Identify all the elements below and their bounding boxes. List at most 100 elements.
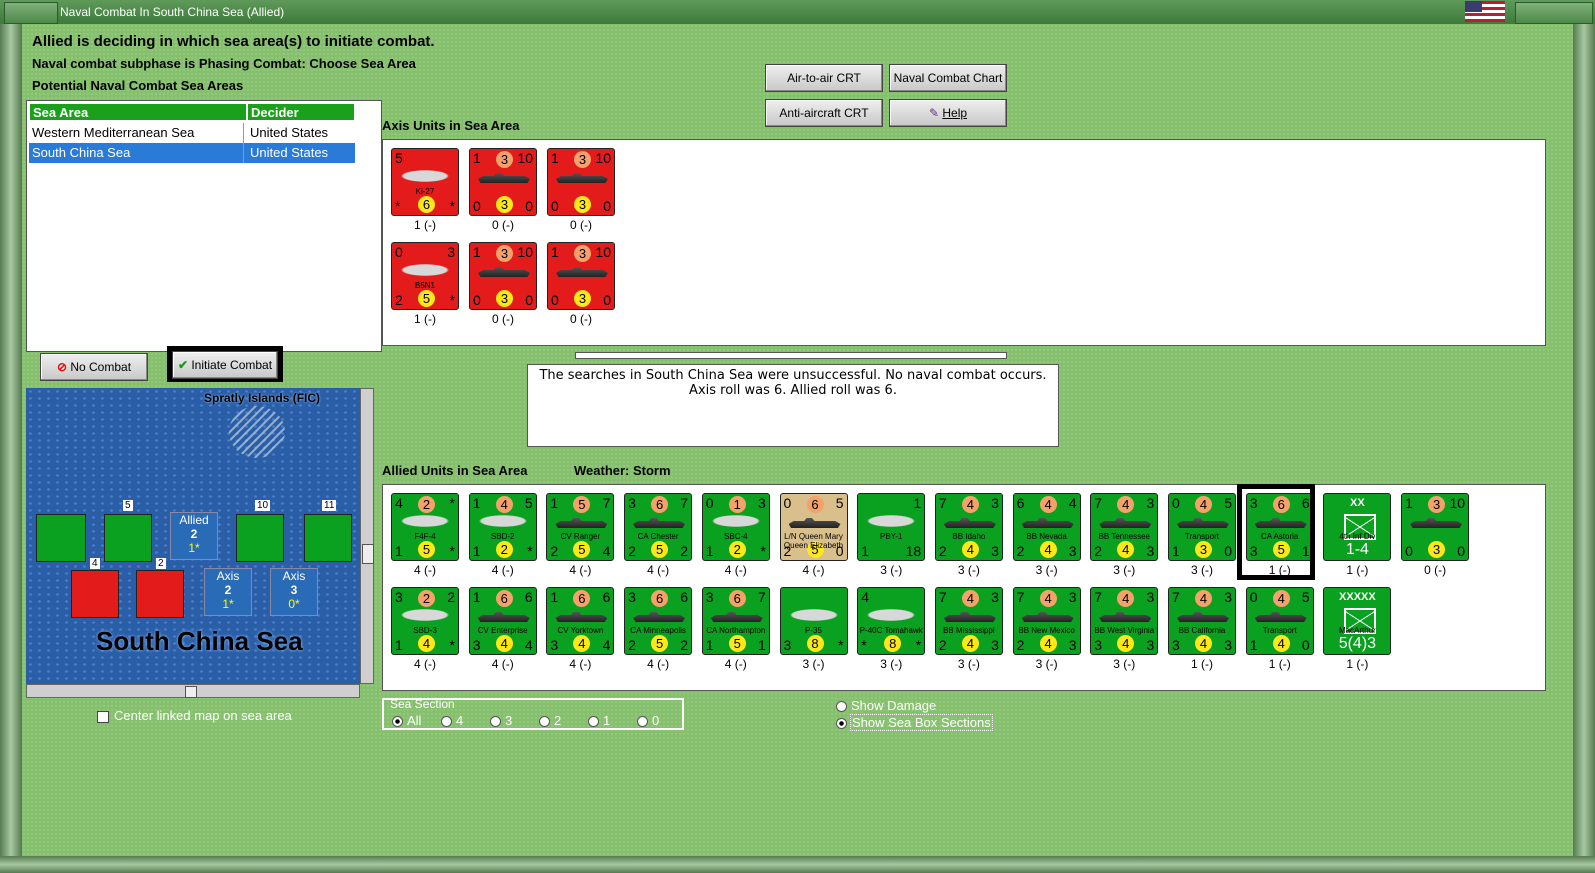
allied-unit-counter[interactable]: 3 6 3 1 6 5 CA Astoria: [1245, 493, 1314, 561]
allied-unit-counter[interactable]: 0 3 1 * 1 2 SBC-4: [701, 493, 770, 561]
air-to-air-crt-button[interactable]: Air-to-air CRT: [765, 64, 883, 92]
initiate-combat-button[interactable]: ✔ Initiate Combat: [172, 351, 278, 379]
left-frame: [0, 24, 22, 873]
strength-circle: 5: [418, 290, 435, 307]
help-button[interactable]: ✎ Help: [889, 99, 1007, 127]
allied-unit-counter[interactable]: 7 3 2 3 4 4 BB Tennessee: [1090, 493, 1159, 561]
allied-unit-counter[interactable]: 7 3 2 3 4 4 BB Mississippi: [934, 587, 1003, 655]
ship-silhouette-icon: [555, 612, 608, 622]
range-circle: 6: [495, 590, 513, 607]
sea-section-radio-4[interactable]: [588, 716, 599, 727]
message-line-1: The searches in South China Sea were uns…: [539, 368, 1047, 383]
no-combat-label: No Combat: [70, 360, 132, 374]
strength-circle: 5: [1272, 541, 1290, 558]
axis-units-title: Axis Units in Sea Area: [382, 118, 520, 133]
axis-unit-counter[interactable]: 1 10 0 0 3 3: [469, 148, 537, 216]
map-counter-plane[interactable]: [304, 514, 352, 562]
map-counter-axis-plane[interactable]: [136, 570, 184, 618]
axis-box-label: Axis: [282, 569, 306, 583]
allied-unit-counter[interactable]: 3 7 2 2 6 5 CA Chester: [624, 493, 693, 561]
axis-sea-box-1[interactable]: Axis 2 1*: [204, 568, 252, 616]
allied-unit-counter[interactable]: 1 1 18 PBY-1: [857, 493, 926, 561]
movement-factor: 7: [602, 495, 611, 511]
message-box[interactable]: The searches in South China Sea were uns…: [527, 364, 1059, 447]
map-counter-ship[interactable]: [36, 514, 86, 562]
header-decider[interactable]: Decider: [247, 103, 355, 121]
map-counter-axis-ship[interactable]: [71, 570, 119, 618]
unit-status-label: 1 (-): [414, 218, 436, 232]
allied-unit-counter[interactable]: 3 2 1 * 2 4 SBD-3: [391, 587, 459, 655]
cell-decider: United States: [250, 145, 329, 160]
allied-unit-counter[interactable]: 6 4 2 3 4 4 BB Nevada: [1012, 493, 1081, 561]
aircraft-silhouette-icon: [400, 165, 450, 187]
attack-factor: 1: [551, 244, 559, 260]
allied-unit-counter[interactable]: 3 6 2 2 6 5 CA Minneapolis: [624, 587, 693, 655]
allied-unit-counter[interactable]: 1 6 3 4 6 4 CV Yorktown: [546, 587, 615, 655]
header-sea-area[interactable]: Sea Area: [29, 103, 247, 121]
table-row-selected[interactable]: South China Sea United States: [29, 143, 355, 163]
range-circle: 4: [495, 496, 513, 513]
show-sea-box-radio[interactable]: [836, 718, 847, 729]
sea-section-radio-3[interactable]: [539, 716, 550, 727]
allied-unit-counter[interactable]: 7 3 3 3 4 4 BB California: [1168, 587, 1236, 655]
allied-unit-counter[interactable]: 1 7 2 4 5 5 CV Ranger: [546, 493, 615, 561]
allied-unit-counter[interactable]: 0 5 1 0 4 4 Transport: [1245, 587, 1314, 655]
allied-unit-counter[interactable]: 3 * 8 P-35: [779, 587, 848, 655]
sea-area-map[interactable]: Spratly Islands (FIC) Allied 2 1* Axis 2 1* …: [26, 388, 360, 684]
axis-unit-counter[interactable]: 1 10 0 0 3 3: [547, 242, 615, 310]
sea-section-radio-2[interactable]: [490, 716, 501, 727]
allied-unit-counter[interactable]: 3 7 1 1 6 5 CA Northampton: [701, 587, 770, 655]
map-vertical-scrollbar[interactable]: [360, 388, 374, 684]
table-row[interactable]: Western Mediterranean Sea United States: [29, 123, 379, 143]
cost-factor: 0: [473, 198, 481, 214]
allied-unit-counter[interactable]: 7 3 2 3 4 4 BB Idaho: [934, 493, 1003, 561]
allied-unit-counter[interactable]: XXXXX 5(4)3 MacArthur: [1323, 587, 1392, 655]
movement-factor: 2: [447, 589, 455, 605]
movement-factor: 10: [1449, 495, 1466, 511]
allied-unit-counter[interactable]: 4 * * 8 P-40C Tomahawk: [857, 587, 926, 655]
naval-combat-chart-button[interactable]: Naval Combat Chart: [889, 64, 1007, 92]
scroll-thumb[interactable]: [185, 686, 197, 698]
axis-unit-counter[interactable]: 1 10 0 0 3 3: [469, 242, 537, 310]
strength-circle: 5: [418, 541, 435, 558]
show-damage-radio[interactable]: [836, 701, 847, 712]
anti-aircraft-crt-button[interactable]: Anti-aircraft CRT: [765, 99, 883, 127]
axis-sea-box-2[interactable]: Axis 3 0*: [270, 568, 318, 616]
unit-status-label: 3 (-): [957, 657, 980, 671]
cost-factor: 0: [473, 292, 481, 308]
attack-factor: 1: [550, 495, 559, 511]
system-menu-button[interactable]: [4, 2, 58, 24]
ship-silhouette-icon: [710, 612, 763, 622]
axis-unit-counter[interactable]: 5 * * 6 Ki-27: [391, 148, 459, 216]
allied-unit-counter[interactable]: 0 5 2 0 6 5 L/N Queen Mary Queen Elizabeth: [779, 493, 848, 561]
sea-section-radio-1[interactable]: [441, 716, 452, 727]
allied-unit-counter[interactable]: 1 5 1 * 4 2 SBD-2: [468, 493, 537, 561]
movement-factor: 3: [1224, 589, 1232, 605]
map-horizontal-scrollbar[interactable]: [26, 684, 360, 698]
allied-unit-counter[interactable]: 4 * 1 * 2 5 F4F-4: [391, 493, 459, 561]
window-control-button[interactable]: [1515, 2, 1593, 24]
no-combat-button[interactable]: ⊘ No Combat: [40, 353, 148, 381]
sea-section-radio-0[interactable]: [392, 716, 403, 727]
cost-factor: 2: [628, 543, 636, 559]
center-linked-checkbox[interactable]: [97, 711, 109, 723]
unit-status-label: 0 (-): [492, 218, 514, 232]
stack-count: 2: [156, 558, 166, 569]
map-counter-army[interactable]: [104, 514, 152, 562]
movement-factor: 7: [680, 495, 689, 511]
axis-unit-counter[interactable]: 1 10 0 0 3 3: [547, 148, 615, 216]
allied-unit-counter[interactable]: 0 5 1 0 4 3 Transport: [1168, 493, 1236, 561]
stack-count: 5: [123, 500, 133, 511]
allied-sea-box[interactable]: Allied 2 1*: [170, 512, 218, 560]
sea-section-radio-5[interactable]: [637, 716, 648, 727]
unit-name: BB Mississippi: [943, 626, 995, 635]
map-counter-plane[interactable]: [236, 514, 284, 562]
allied-unit-counter[interactable]: 1 10 0 0 3 3: [1401, 493, 1470, 561]
axis-unit-counter[interactable]: 0 3 2 * 5 B5N1: [391, 242, 459, 310]
allied-unit-counter[interactable]: 7 3 3 3 4 4 BB West Virginia: [1090, 587, 1159, 655]
allied-unit-counter[interactable]: 1 6 3 4 6 4 CV Enterprise: [468, 587, 537, 655]
allied-unit-counter[interactable]: 7 3 2 3 4 4 BB New Mexico: [1012, 587, 1081, 655]
allied-unit-counter[interactable]: XX 1-4 4th Inf Div: [1323, 493, 1392, 561]
scroll-thumb[interactable]: [362, 544, 374, 564]
unit-status-label: 3 (-): [1113, 563, 1136, 577]
